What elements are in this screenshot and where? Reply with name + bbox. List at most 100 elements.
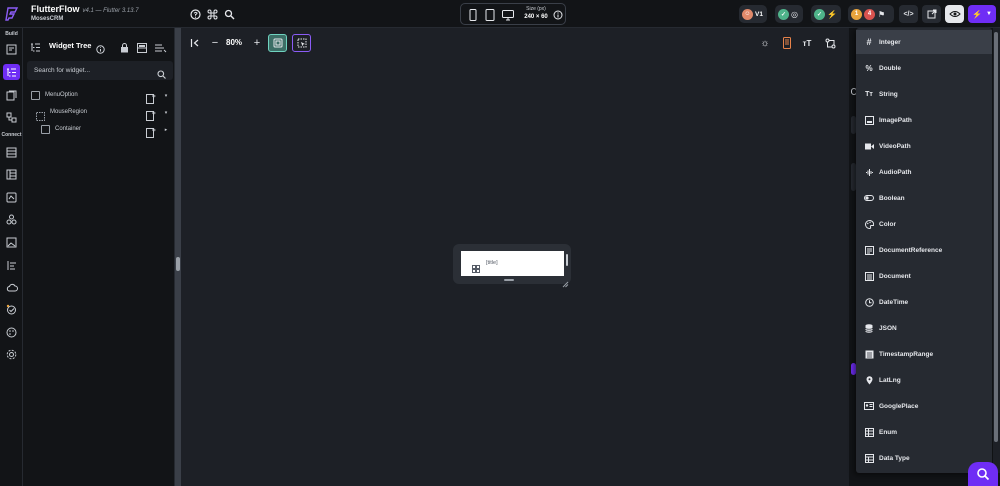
- app-version: v4.1 — Flutter 3.13.7: [82, 8, 139, 14]
- widget-tree-icon[interactable]: [3, 64, 20, 80]
- select-mode-button[interactable]: [292, 34, 311, 52]
- zoom-level: 80%: [226, 38, 243, 47]
- navigation-rail: Build Connect: [0, 28, 23, 486]
- menu-item-json[interactable]: JSON: [856, 316, 992, 340]
- place-icon: [864, 401, 874, 411]
- menu-item-enum[interactable]: Enum: [856, 420, 992, 444]
- menu-item-string[interactable]: Tт String: [856, 82, 992, 106]
- menu-item-color[interactable]: Color: [856, 212, 992, 236]
- enum-icon: [864, 427, 874, 437]
- search-icon[interactable]: [222, 7, 236, 21]
- preview-button[interactable]: [945, 5, 964, 23]
- device-frame-icon[interactable]: [780, 34, 794, 52]
- menu-item-boolean[interactable]: Boolean: [856, 186, 992, 210]
- chevron-down-icon[interactable]: ▾: [162, 108, 170, 118]
- warning-count: 1: [851, 8, 862, 20]
- size-info-icon[interactable]: [551, 8, 565, 22]
- command-icon[interactable]: [205, 7, 219, 21]
- menu-item-timestamprange[interactable]: TimestampRange: [856, 342, 992, 366]
- components-icon[interactable]: [3, 109, 20, 125]
- layout-tools-icon[interactable]: [823, 34, 837, 52]
- design-canvas[interactable]: − 80% + ☼ ᴛT [title]: [181, 28, 849, 486]
- settings-icon[interactable]: [3, 346, 20, 362]
- widget-search-box[interactable]: Search for widget...: [27, 61, 173, 80]
- text-scale-icon[interactable]: ᴛT: [800, 34, 814, 52]
- cloud-functions-icon[interactable]: [3, 279, 20, 295]
- custom-code-icon[interactable]: [3, 257, 20, 273]
- search-icon: [157, 66, 166, 84]
- help-icon[interactable]: [188, 7, 202, 21]
- component-preview[interactable]: [title]: [461, 251, 564, 276]
- collab-status[interactable]: ✓ ◎: [775, 5, 803, 23]
- zoom-out-button[interactable]: −: [209, 34, 221, 52]
- add-widget-icon[interactable]: [146, 91, 156, 104]
- rail-connect-label: Connect: [1, 132, 22, 138]
- widget-search-input[interactable]: Search for widget...: [34, 67, 90, 74]
- layout-toggle-icon[interactable]: [137, 40, 147, 58]
- plus-icon: +: [253, 37, 261, 49]
- resize-corner-icon[interactable]: [562, 275, 569, 293]
- menu-item-integer[interactable]: # Integer: [856, 30, 992, 54]
- chevron-right-icon[interactable]: ▸: [162, 125, 170, 135]
- zoom-in-button[interactable]: +: [251, 34, 263, 52]
- menu-item-audiopath[interactable]: AudioPath: [856, 160, 992, 184]
- firestore-icon[interactable]: [3, 144, 20, 160]
- add-widget-icon[interactable]: [146, 125, 156, 138]
- pages-icon[interactable]: [3, 41, 20, 57]
- menu-item-googleplace[interactable]: GooglePlace: [856, 394, 992, 418]
- api-calls-icon[interactable]: [3, 211, 20, 227]
- resize-handle-right[interactable]: [566, 254, 568, 266]
- version-badge[interactable]: ☺ V1: [739, 5, 767, 23]
- menu-item-documentreference[interactable]: DocumentReference: [856, 238, 992, 262]
- info-icon[interactable]: [96, 41, 105, 59]
- search-assistant-button[interactable]: [968, 462, 998, 486]
- code-view-button[interactable]: </>: [899, 5, 918, 23]
- menu-item-label: Integer: [879, 39, 901, 46]
- tree-node-mouseregion[interactable]: MouseRegion ▾: [23, 105, 175, 121]
- menu-item-imagepath[interactable]: ImagePath: [856, 108, 992, 132]
- run-menu-button[interactable]: ⚡ ▼: [968, 5, 996, 23]
- menu-item-double[interactable]: % Double: [856, 56, 992, 80]
- theme-icon[interactable]: [3, 324, 20, 340]
- container-icon: [41, 125, 50, 134]
- tree-node-menuoption[interactable]: MenuOption ▾: [23, 88, 175, 104]
- menu-item-label: LatLng: [879, 377, 901, 384]
- device-tablet-icon[interactable]: [483, 8, 497, 22]
- tree-list-icon: [30, 40, 41, 58]
- menu-scrollbar-thumb[interactable]: [994, 32, 998, 442]
- app-state-icon[interactable]: [3, 189, 20, 205]
- widget-tree-title: Widget Tree: [49, 41, 92, 50]
- cursor-select-icon: [297, 38, 306, 48]
- fit-view-button[interactable]: [268, 34, 287, 52]
- tests-icon[interactable]: [3, 301, 20, 317]
- menu-item-document[interactable]: Document: [856, 264, 992, 288]
- resize-handle-bottom[interactable]: [504, 279, 514, 281]
- collapse-panel-icon[interactable]: [188, 34, 202, 52]
- doc-ref-icon: [864, 245, 874, 255]
- splitter-handle[interactable]: [176, 257, 180, 271]
- theme-mode-icon[interactable]: ☼: [758, 34, 772, 52]
- data-types-icon[interactable]: [3, 166, 20, 182]
- menu-item-videopath[interactable]: VideoPath: [856, 134, 992, 158]
- open-external-button[interactable]: [922, 5, 941, 23]
- deploy-status[interactable]: ✓ ⚡: [811, 5, 841, 23]
- device-phone-icon[interactable]: [466, 8, 480, 22]
- lock-icon[interactable]: [120, 40, 129, 58]
- menu-item-datetime[interactable]: DateTime: [856, 290, 992, 314]
- add-widget-icon[interactable]: [146, 108, 156, 121]
- component-preview-frame[interactable]: [title]: [453, 244, 571, 288]
- tree-options-icon[interactable]: [154, 40, 167, 58]
- text-icon: Tт: [865, 90, 873, 98]
- chevron-down-icon[interactable]: ▾: [162, 91, 170, 101]
- device-desktop-icon[interactable]: [501, 8, 515, 22]
- top-bar: FlutterFlow v4.1 — Flutter 3.13.7 MosesCR…: [0, 0, 1000, 28]
- tree-node-container[interactable]: Container ▸: [23, 122, 175, 138]
- storyboard-icon[interactable]: [3, 87, 20, 103]
- media-assets-icon[interactable]: [3, 234, 20, 250]
- flutterflow-logo-icon[interactable]: [3, 5, 21, 23]
- issues-indicator[interactable]: 1 4 ⚑: [848, 5, 894, 23]
- chat-icon: ◎: [791, 9, 798, 19]
- preview-title-text: [title]: [486, 260, 498, 266]
- menu-item-latlng[interactable]: LatLng: [856, 368, 992, 392]
- clock-icon: [864, 297, 874, 307]
